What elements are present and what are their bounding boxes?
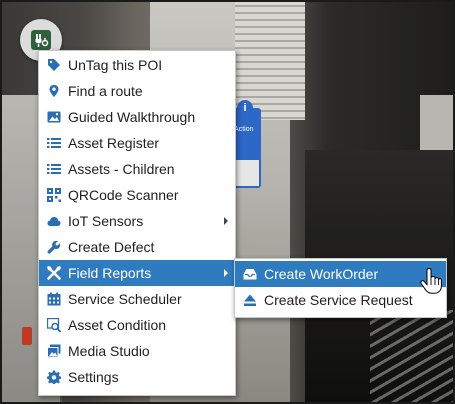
list-icon [47,136,61,150]
asset-plug-icon [31,30,51,50]
background-pipes [370,310,455,404]
submenu-item-create-service-request[interactable]: Create Service Request [235,287,446,313]
menu-item-settings[interactable]: Settings [39,364,235,390]
menu-item-asset-condition[interactable]: Asset Condition [39,312,235,338]
submenu-arrow-icon [224,269,228,277]
menu-item-label: IoT Sensors [68,213,144,229]
search-image-icon [47,318,61,332]
context-menu: UnTag this POI Find a route Guided Walkt… [38,50,236,396]
field-reports-submenu: Create WorkOrder Create Service Request [234,258,447,318]
cloud-icon [47,214,61,228]
hand-cursor-icon [420,267,442,294]
wrench-icon [47,240,61,254]
menu-item-service-scheduler[interactable]: Service Scheduler [39,286,235,312]
tag-icon [47,58,61,72]
menu-item-label: Find a route [68,83,143,99]
menu-item-label: Assets - Children [68,161,175,177]
menu-item-label: Settings [68,369,119,385]
menu-item-find-route[interactable]: Find a route [39,78,235,104]
images-icon [47,344,61,358]
menu-item-label: Create Defect [68,239,155,255]
menu-item-iot-sensors[interactable]: IoT Sensors [39,208,235,234]
menu-item-label: Field Reports [68,265,152,281]
menu-item-label: UnTag this POI [68,57,163,73]
menu-item-guided-walkthrough[interactable]: Guided Walkthrough [39,104,235,130]
tools-icon [47,266,61,280]
gear-icon [47,370,61,384]
menu-item-media-studio[interactable]: Media Studio [39,338,235,364]
menu-item-asset-register[interactable]: Asset Register [39,130,235,156]
image-icon [47,110,61,124]
submenu-item-create-workorder[interactable]: Create WorkOrder [235,261,446,287]
qrcode-icon [47,188,61,202]
menu-item-create-defect[interactable]: Create Defect [39,234,235,260]
submenu-arrow-icon [224,217,228,225]
indicator-lamp [22,327,32,345]
menu-item-label: Create Service Request [264,292,413,308]
calendar-icon [47,292,61,306]
menu-item-label: Guided Walkthrough [68,109,196,125]
menu-item-label: Create WorkOrder [264,266,379,282]
eject-icon [243,293,257,307]
menu-item-label: Media Studio [68,343,150,359]
menu-item-label: Asset Register [68,135,160,151]
menu-item-qrcode-scanner[interactable]: QRCode Scanner [39,182,235,208]
map-marker-icon [47,84,61,98]
menu-item-untag-poi[interactable]: UnTag this POI [39,52,235,78]
list-icon [47,162,61,176]
menu-item-assets-children[interactable]: Assets - Children [39,156,235,182]
menu-item-label: QRCode Scanner [68,187,179,203]
inbox-tray-icon [243,267,257,281]
info-icon: i [237,100,253,116]
menu-item-label: Asset Condition [68,317,167,333]
menu-item-field-reports[interactable]: Field Reports [39,260,235,286]
menu-item-label: Service Scheduler [68,291,182,307]
